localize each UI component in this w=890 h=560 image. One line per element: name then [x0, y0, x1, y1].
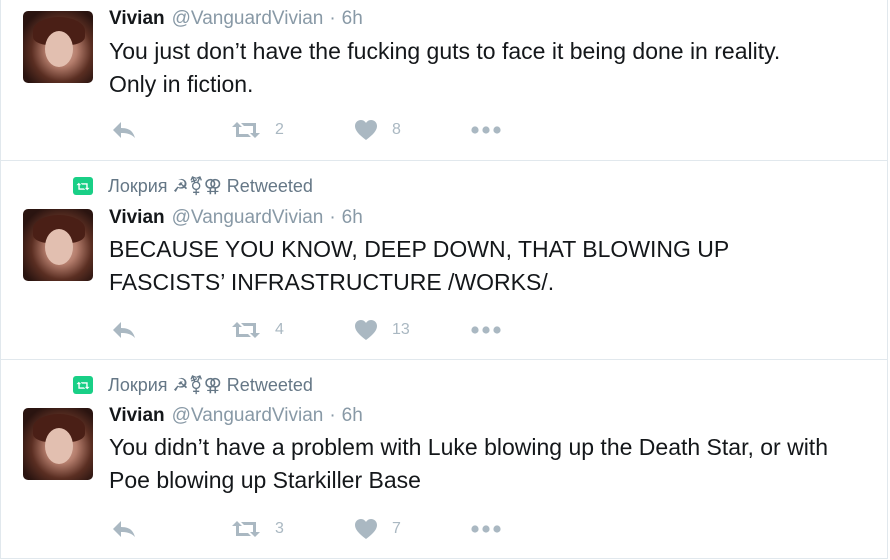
reply-button[interactable] [111, 118, 137, 142]
reply-icon [113, 521, 135, 537]
retweet-context: Локрия ☭⚧⚢ Retweeted [73, 175, 313, 197]
tweet-actions: 3 7 [109, 517, 529, 541]
tweet-feed: Vivian @VanguardVivian · 6h You just don… [0, 0, 890, 560]
avatar[interactable] [23, 408, 93, 480]
retweet-count: 3 [275, 520, 284, 537]
separator-dot: · [329, 405, 336, 426]
separator-dot: · [329, 8, 336, 29]
retweet-badge-icon [73, 177, 93, 195]
retweet-button[interactable]: 4 [231, 318, 284, 342]
avatar[interactable] [23, 11, 93, 83]
reply-icon [113, 122, 135, 138]
retweet-count: 4 [275, 321, 284, 338]
more-button[interactable] [471, 118, 501, 142]
tweet[interactable]: Локрия ☭⚧⚢ Retweeted Vivian @VanguardViv… [0, 359, 888, 559]
more-button[interactable] [471, 517, 501, 541]
retweet-count: 2 [275, 121, 284, 138]
timestamp[interactable]: 6h [342, 8, 363, 30]
avatar-face [45, 31, 73, 67]
heart-icon [355, 120, 377, 140]
tweet-text: BECAUSE YOU KNOW, DEEP DOWN, THAT BLOWIN… [109, 236, 730, 295]
avatar-face [45, 428, 73, 464]
retweet-icon [232, 521, 260, 537]
retweet-context-label[interactable]: Локрия ☭⚧⚢ Retweeted [108, 375, 313, 396]
timestamp[interactable]: 6h [342, 207, 363, 229]
more-dots-icon [471, 525, 501, 533]
user-handle[interactable]: @VanguardVivian [172, 405, 324, 427]
display-name[interactable]: Vivian [109, 8, 165, 30]
tweet[interactable]: Локрия ☭⚧⚢ Retweeted Vivian @VanguardViv… [0, 160, 888, 359]
timestamp[interactable]: 6h [342, 405, 363, 427]
reply-icon [113, 322, 135, 338]
retweet-icon [232, 122, 260, 138]
tweet-header: Vivian @VanguardVivian · 6h [109, 207, 363, 231]
avatar-face [45, 229, 73, 265]
separator-dot: · [329, 207, 336, 228]
tweet-text: You didn’t have a problem with Luke blow… [109, 434, 828, 493]
like-count: 7 [392, 520, 401, 537]
more-button[interactable] [471, 318, 501, 342]
heart-icon [355, 320, 377, 340]
retweet-button[interactable]: 3 [231, 517, 284, 541]
display-name[interactable]: Vivian [109, 207, 165, 229]
retweet-context: Локрия ☭⚧⚢ Retweeted [73, 374, 313, 396]
retweet-badge-icon [73, 376, 93, 394]
heart-icon [355, 519, 377, 539]
tweet[interactable]: Vivian @VanguardVivian · 6h You just don… [0, 0, 888, 160]
display-name[interactable]: Vivian [109, 405, 165, 427]
like-count: 8 [392, 121, 401, 138]
tweet-text: You just don’t have the fucking guts to … [109, 38, 781, 97]
retweet-button[interactable]: 2 [231, 118, 284, 142]
like-button[interactable]: 8 [354, 118, 401, 142]
retweet-context-label[interactable]: Локрия ☭⚧⚢ Retweeted [108, 176, 313, 197]
user-handle[interactable]: @VanguardVivian [172, 8, 324, 30]
more-dots-icon [471, 126, 501, 134]
reply-button[interactable] [111, 318, 137, 342]
tweet-header: Vivian @VanguardVivian · 6h [109, 405, 363, 429]
retweet-icon [232, 322, 260, 338]
like-count: 13 [392, 321, 410, 338]
tweet-actions: 2 8 [109, 118, 529, 142]
reply-button[interactable] [111, 517, 137, 541]
like-button[interactable]: 13 [354, 318, 410, 342]
tweet-actions: 4 13 [109, 318, 529, 342]
more-dots-icon [471, 326, 501, 334]
tweet-header: Vivian @VanguardVivian · 6h [109, 8, 363, 32]
user-handle[interactable]: @VanguardVivian [172, 207, 324, 229]
avatar[interactable] [23, 209, 93, 281]
like-button[interactable]: 7 [354, 517, 401, 541]
